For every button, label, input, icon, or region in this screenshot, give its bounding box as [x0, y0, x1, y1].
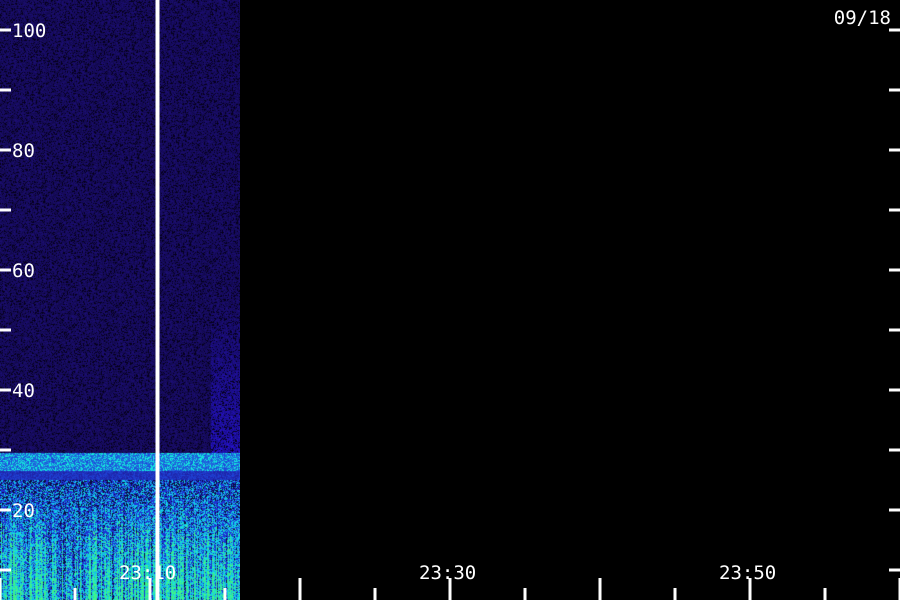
y-tick-label: 80: [12, 140, 35, 162]
spectrogram-data-region: [0, 0, 240, 600]
y-tick-label: 40: [12, 380, 35, 402]
x-tick-label: 23:10: [119, 562, 176, 584]
spectrogram-image: [0, 0, 240, 600]
y-tick-label: 60: [12, 260, 35, 282]
y-tick-label: 100: [12, 20, 46, 42]
y-tick-label: 20: [12, 500, 35, 522]
spectrogram-chart: 100 80 60 40 20 23:10 23:30 23:50 09/18: [0, 0, 900, 600]
x-tick-label: 23:30: [419, 562, 476, 584]
x-tick-label: 23:50: [719, 562, 776, 584]
date-label: 09/18: [834, 7, 891, 29]
